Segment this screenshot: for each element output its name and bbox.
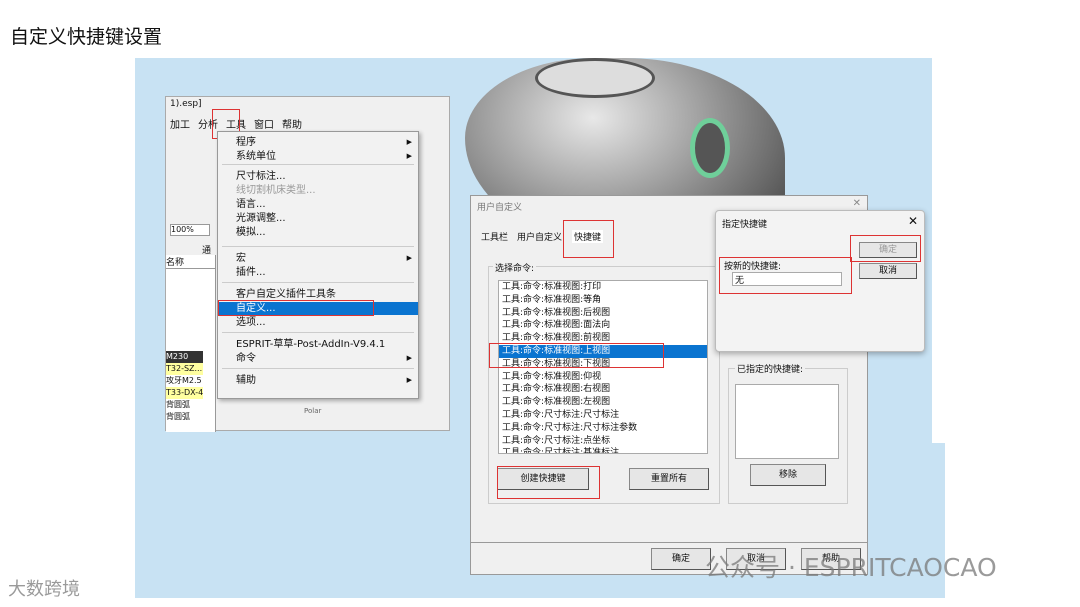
annotation-box <box>218 300 374 316</box>
menu-item[interactable]: 系统单位 ▶ <box>218 150 418 163</box>
menu-item-label: 模拟... <box>236 227 266 238</box>
command-item[interactable]: 工具:命令:标准视图:后视图 <box>499 307 707 320</box>
submenu-arrow-icon: ▶ <box>406 138 412 146</box>
tool-item[interactable]: 背圆弧 <box>166 411 203 423</box>
menu-item[interactable]: 线切割机床类型... <box>218 184 418 197</box>
menu-item[interactable]: 插件... <box>218 266 418 279</box>
menu-item[interactable]: 模拟... <box>218 226 418 239</box>
submenu-arrow-icon: ▶ <box>406 354 412 362</box>
menu-item[interactable]: ESPRIT-草草-Post-AddIn-V9.4.1 <box>218 338 418 351</box>
menu-item[interactable]: 选项... <box>218 316 418 329</box>
dialog-title: 指定快捷键 <box>722 220 768 230</box>
annotation-box <box>563 220 614 258</box>
annotation-box <box>489 343 664 368</box>
menu-separator <box>222 332 414 333</box>
tool-item[interactable]: M230 <box>166 351 204 363</box>
menu-help[interactable]: 帮助 <box>282 116 302 131</box>
submenu-arrow-icon: ▶ <box>406 254 412 262</box>
command-item[interactable]: 工具:命令:标准视图:仰视 <box>499 371 707 384</box>
annotation-box <box>850 235 921 262</box>
menu-item-label: 语言... <box>236 199 266 210</box>
menu-item-label: 客户自定义插件工具条 <box>236 289 336 300</box>
menu-item-label: 命令 <box>236 353 256 364</box>
tool-item[interactable]: T33-DX-4 <box>166 387 204 399</box>
tool-item[interactable]: T32-SZ... <box>166 363 204 375</box>
menu-item[interactable]: 宏 ▶ <box>218 252 418 265</box>
menu-separator <box>222 282 414 283</box>
menu-separator <box>222 164 414 165</box>
panel-header: 名称 <box>166 255 215 269</box>
command-item[interactable]: 工具:命令:尺寸标注:尺寸标注参数 <box>499 422 707 435</box>
dialog-title: 用户自定义 <box>477 203 523 213</box>
tools-menu: 程序 ▶ 系统单位 ▶ 尺寸标注... 线切割机床类型... 语言... 光源调整... 模拟.… <box>217 131 419 399</box>
part-hole <box>535 58 655 98</box>
submenu-arrow-icon: ▶ <box>406 376 412 384</box>
menu-item-label: 程序 <box>236 137 256 148</box>
menu-separator <box>222 368 414 369</box>
menu-item-label: 尺寸标注... <box>236 171 286 182</box>
command-item[interactable]: 工具:命令:标准视图:等角 <box>499 294 707 307</box>
page-title: 自定义快捷键设置 <box>10 26 163 48</box>
close-icon[interactable]: ✕ <box>908 214 918 228</box>
window-title: 1).esp] <box>170 99 202 109</box>
command-item[interactable]: 工具:命令:标准视图:左视图 <box>499 396 707 409</box>
command-item[interactable]: 工具:命令:标准视图:右视图 <box>499 383 707 396</box>
menu-item-label: 线切割机床类型... <box>236 185 316 196</box>
remove-button[interactable]: 移除 <box>750 464 826 486</box>
menu-item-label: 插件... <box>236 267 266 278</box>
polar-button[interactable]: Polar <box>304 407 321 415</box>
menu-item-label: 光源调整... <box>236 213 286 224</box>
feature-panel: 名称 M230 T32-SZ... 攻牙M2.5 T33-DX-4 背圆弧 背圆… <box>166 255 216 432</box>
menu-item[interactable]: 程序 ▶ <box>218 136 418 149</box>
tab-user-custom[interactable]: 用户自定义 <box>517 230 562 243</box>
tool-item[interactable]: 攻牙M2.5 <box>166 375 203 387</box>
menu-machining[interactable]: 加工 <box>170 116 190 131</box>
command-item[interactable]: 工具:命令:尺寸标注:尺寸标注 <box>499 409 707 422</box>
menu-item-label: 宏 <box>236 253 246 264</box>
screenshot-image: 1).esp] 加工 分析 工具 窗口 帮助 100% 通 名称 M230 T3… <box>135 58 945 598</box>
command-item[interactable]: 工具:命令:标准视图:面法向 <box>499 319 707 332</box>
assign-shortcut-dialog: 指定快捷键 ✕ 按新的快捷键: 无 确定 取消 <box>715 210 925 352</box>
zoom-field[interactable]: 100% <box>170 224 210 236</box>
command-item[interactable]: 工具:命令:尺寸标注:基准标注 <box>499 447 707 453</box>
submenu-arrow-icon: ▶ <box>406 152 412 160</box>
menu-item-label: 系统单位 <box>236 151 276 162</box>
command-item[interactable]: 工具:命令:尺寸标注:点坐标 <box>499 435 707 448</box>
tab-toolbar[interactable]: 工具栏 <box>481 230 508 243</box>
assigned-label: 已指定的快捷键: <box>735 362 806 375</box>
menu-item[interactable]: 光源调整... <box>218 212 418 225</box>
menu-window[interactable]: 窗口 <box>254 116 274 131</box>
menu-separator <box>222 246 414 247</box>
menu-item-label: 辅助 <box>236 375 256 386</box>
tool-item[interactable]: 背圆弧 <box>166 399 203 411</box>
assigned-list[interactable] <box>735 384 839 459</box>
ok-button[interactable]: 确定 <box>651 548 711 570</box>
menu-item[interactable]: 语言... <box>218 198 418 211</box>
watermark-left: 大数跨境 <box>8 579 80 600</box>
menu-item-label: ESPRIT-草草-Post-AddIn-V9.4.1 <box>236 339 386 350</box>
menu-item[interactable]: 尺寸标注... <box>218 170 418 183</box>
menu-item[interactable]: 辅助 ▶ <box>218 374 418 387</box>
close-icon[interactable]: ✕ <box>853 198 861 209</box>
command-item[interactable]: 工具:命令:标准视图:打印 <box>499 281 707 294</box>
annotation-box <box>719 257 852 294</box>
menu-item-label: 选项... <box>236 317 266 328</box>
cancel-button[interactable]: 取消 <box>859 263 917 279</box>
annotation-box <box>497 466 600 499</box>
select-command-label: 选择命令: <box>493 261 537 274</box>
menu-item[interactable]: 命令 ▶ <box>218 352 418 365</box>
right-toolbar <box>932 58 945 443</box>
reset-all-button[interactable]: 重置所有 <box>629 468 709 490</box>
watermark-right: 公众号 · ESPRITCAOCAO <box>705 553 997 582</box>
part-ring <box>690 118 730 178</box>
